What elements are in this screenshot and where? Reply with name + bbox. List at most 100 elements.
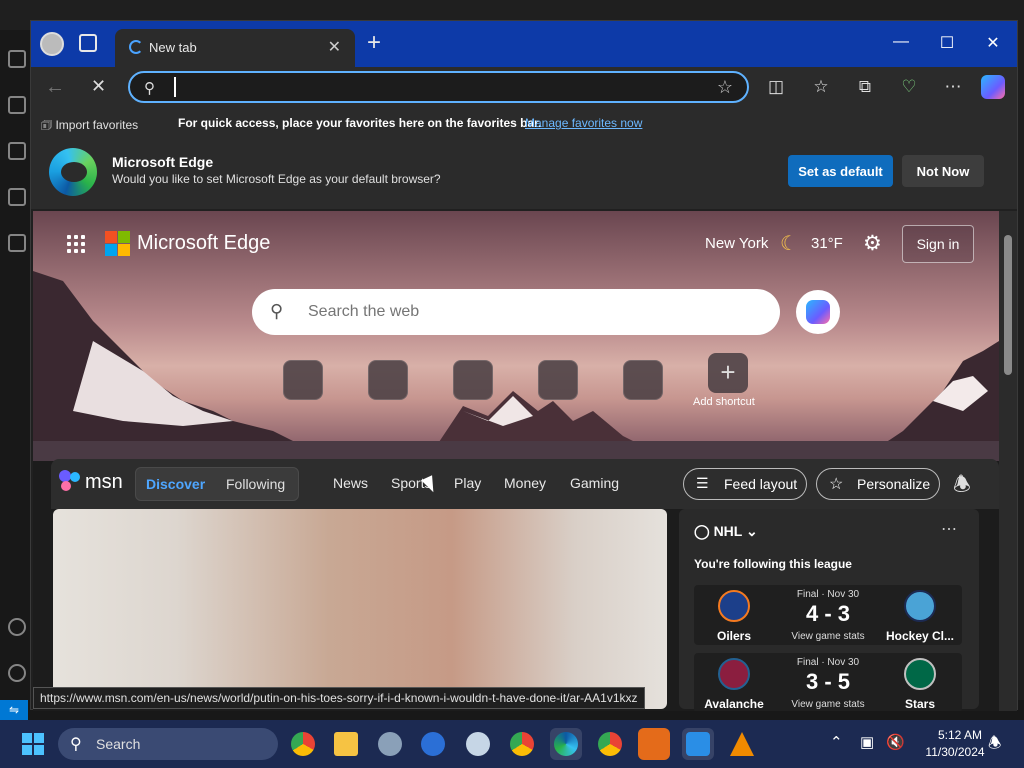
browser-essentials-icon[interactable]: ♡ [897, 77, 921, 97]
manage-gear-icon[interactable] [8, 664, 26, 682]
chrome-app-icon[interactable] [506, 728, 538, 760]
maximize-button[interactable]: ☐ [935, 33, 959, 53]
infobar-question: Would you like to set Microsoft Edge as … [112, 172, 441, 186]
away-team: Stars [904, 697, 936, 711]
scrollbar-thumb[interactable] [1004, 235, 1012, 375]
collections-icon[interactable]: ⧉ [853, 77, 877, 97]
settings-app-icon[interactable] [374, 728, 406, 760]
personalize-button[interactable]: ☆ Personalize [816, 468, 940, 500]
game-row[interactable]: Oilers Final · Nov 30 4 - 3 View game st… [694, 585, 962, 645]
link-status-url: https://www.msn.com/en-us/news/world/put… [33, 687, 645, 709]
chrome-app-icon[interactable] [287, 728, 319, 760]
set-as-default-button[interactable]: Set as default [788, 155, 893, 187]
copilot-button[interactable] [796, 290, 840, 334]
account-icon[interactable] [8, 618, 26, 636]
view-game-stats-link[interactable]: View game stats [778, 631, 878, 642]
clock-date[interactable]: 11/30/2024 [920, 745, 990, 759]
address-input[interactable] [174, 77, 714, 97]
game-status: Final · Nov 30 [796, 657, 860, 668]
feed-layout-button[interactable]: ☰ Feed layout [683, 468, 807, 500]
gear-icon[interactable]: ⚙ [863, 231, 882, 256]
msn-butterfly-icon [59, 470, 80, 491]
not-now-button[interactable]: Not Now [902, 155, 984, 187]
profile-avatar[interactable] [40, 32, 64, 56]
bell-icon[interactable]: 🕭 [953, 470, 971, 504]
manage-favorites-link[interactable]: Manage favorites now [525, 116, 642, 130]
taskbar-search[interactable]: ⚲ Search [58, 728, 278, 760]
feed-layout-label: Feed layout [724, 476, 798, 492]
league-selector[interactable]: ◯ NHL ⌄ [694, 523, 758, 540]
chrome-app-icon[interactable] [594, 728, 626, 760]
edge-app-icon[interactable] [550, 728, 582, 760]
copilot-icon[interactable] [981, 75, 1005, 99]
apps-grid-icon[interactable] [67, 235, 85, 253]
away-team: Hockey Cl... [885, 629, 955, 643]
web-search-input[interactable] [308, 301, 748, 323]
news-story-image[interactable] [53, 509, 667, 709]
page-scrollbar[interactable] [999, 211, 1017, 711]
oilers-logo-icon [718, 590, 750, 622]
stars-logo-icon [904, 658, 936, 690]
address-bar[interactable]: ⚲ ☆ [128, 71, 749, 103]
import-favorites-button[interactable]: 🗊 Import favorites [41, 116, 138, 137]
source-control-icon[interactable] [8, 142, 26, 160]
start-button[interactable] [22, 733, 44, 755]
more-options-icon[interactable]: ⋯ [941, 519, 957, 539]
tab-actions-icon[interactable] [79, 34, 97, 52]
tab-new-tab[interactable]: New tab ✕ [115, 29, 355, 67]
view-game-stats-link[interactable]: View game stats [778, 699, 878, 710]
app-icon[interactable] [417, 728, 449, 760]
nav-play[interactable]: Play [454, 475, 481, 491]
minimize-button[interactable]: — [889, 33, 913, 51]
stop-loading-button[interactable]: ✕ [91, 76, 106, 97]
add-shortcut-button[interactable]: + [708, 353, 748, 393]
more-options-icon[interactable]: ⋯ [941, 77, 965, 97]
search-tool-app-icon[interactable] [638, 728, 670, 760]
explorer-icon[interactable] [8, 50, 26, 68]
msn-logo-text: msn [85, 471, 123, 493]
web-search-box[interactable]: ⚲ [252, 289, 780, 335]
remote-icon[interactable]: ⇋ [0, 700, 28, 720]
nav-money[interactable]: Money [504, 475, 546, 491]
vscode-app-icon[interactable] [682, 728, 714, 760]
favorites-icon[interactable]: ☆ [809, 77, 833, 97]
import-favorites-label: Import favorites [55, 118, 139, 132]
clock-time[interactable]: 5:12 AM [930, 728, 990, 742]
back-button[interactable]: ← [45, 76, 65, 99]
file-explorer-icon[interactable] [330, 728, 362, 760]
edge-logo-icon [49, 148, 97, 196]
paint-app-icon[interactable] [462, 728, 494, 760]
favorites-bar-message: For quick access, place your favorites h… [178, 116, 542, 130]
msn-navigation-bar: msn Discover Following News Sports Play … [51, 459, 999, 509]
tab-close-icon[interactable]: ✕ [328, 37, 341, 57]
taskbar-search-label: Search [96, 736, 141, 752]
game-row[interactable]: Avalanche Final · Nov 30 3 - 5 View game… [694, 653, 962, 711]
shortcut-tile[interactable] [623, 360, 663, 400]
nav-gaming[interactable]: Gaming [570, 475, 619, 491]
weather-city[interactable]: New York [705, 235, 768, 252]
extensions-icon[interactable] [8, 234, 26, 252]
infobar-title: Microsoft Edge [112, 154, 214, 170]
display-icon[interactable]: ▣ [860, 733, 874, 751]
weather-temperature[interactable]: 31°F [811, 235, 843, 252]
nav-news[interactable]: News [333, 475, 368, 491]
tab-following[interactable]: Following [226, 476, 285, 492]
split-screen-icon[interactable]: ◫ [764, 77, 788, 97]
shortcut-tile[interactable] [283, 360, 323, 400]
chevron-up-icon[interactable]: ⌃ [830, 733, 843, 751]
mute-icon[interactable]: 🔇 [886, 733, 905, 751]
search-icon[interactable] [8, 96, 26, 114]
home-team: Oilers [716, 629, 752, 643]
sign-in-button[interactable]: Sign in [902, 225, 974, 263]
close-window-button[interactable]: ✕ [981, 33, 1005, 53]
debug-icon[interactable] [8, 188, 26, 206]
shortcut-tile[interactable] [368, 360, 408, 400]
favorite-star-icon[interactable]: ☆ [717, 77, 733, 98]
new-tab-button[interactable]: + [367, 31, 381, 55]
tab-discover[interactable]: Discover [146, 476, 205, 492]
vlc-app-icon[interactable] [726, 728, 758, 760]
shortcut-tile[interactable] [538, 360, 578, 400]
shortcut-tile[interactable] [453, 360, 493, 400]
vscode-activity-bar [0, 30, 32, 700]
notification-bell-icon[interactable]: 🕭 [988, 733, 1001, 758]
